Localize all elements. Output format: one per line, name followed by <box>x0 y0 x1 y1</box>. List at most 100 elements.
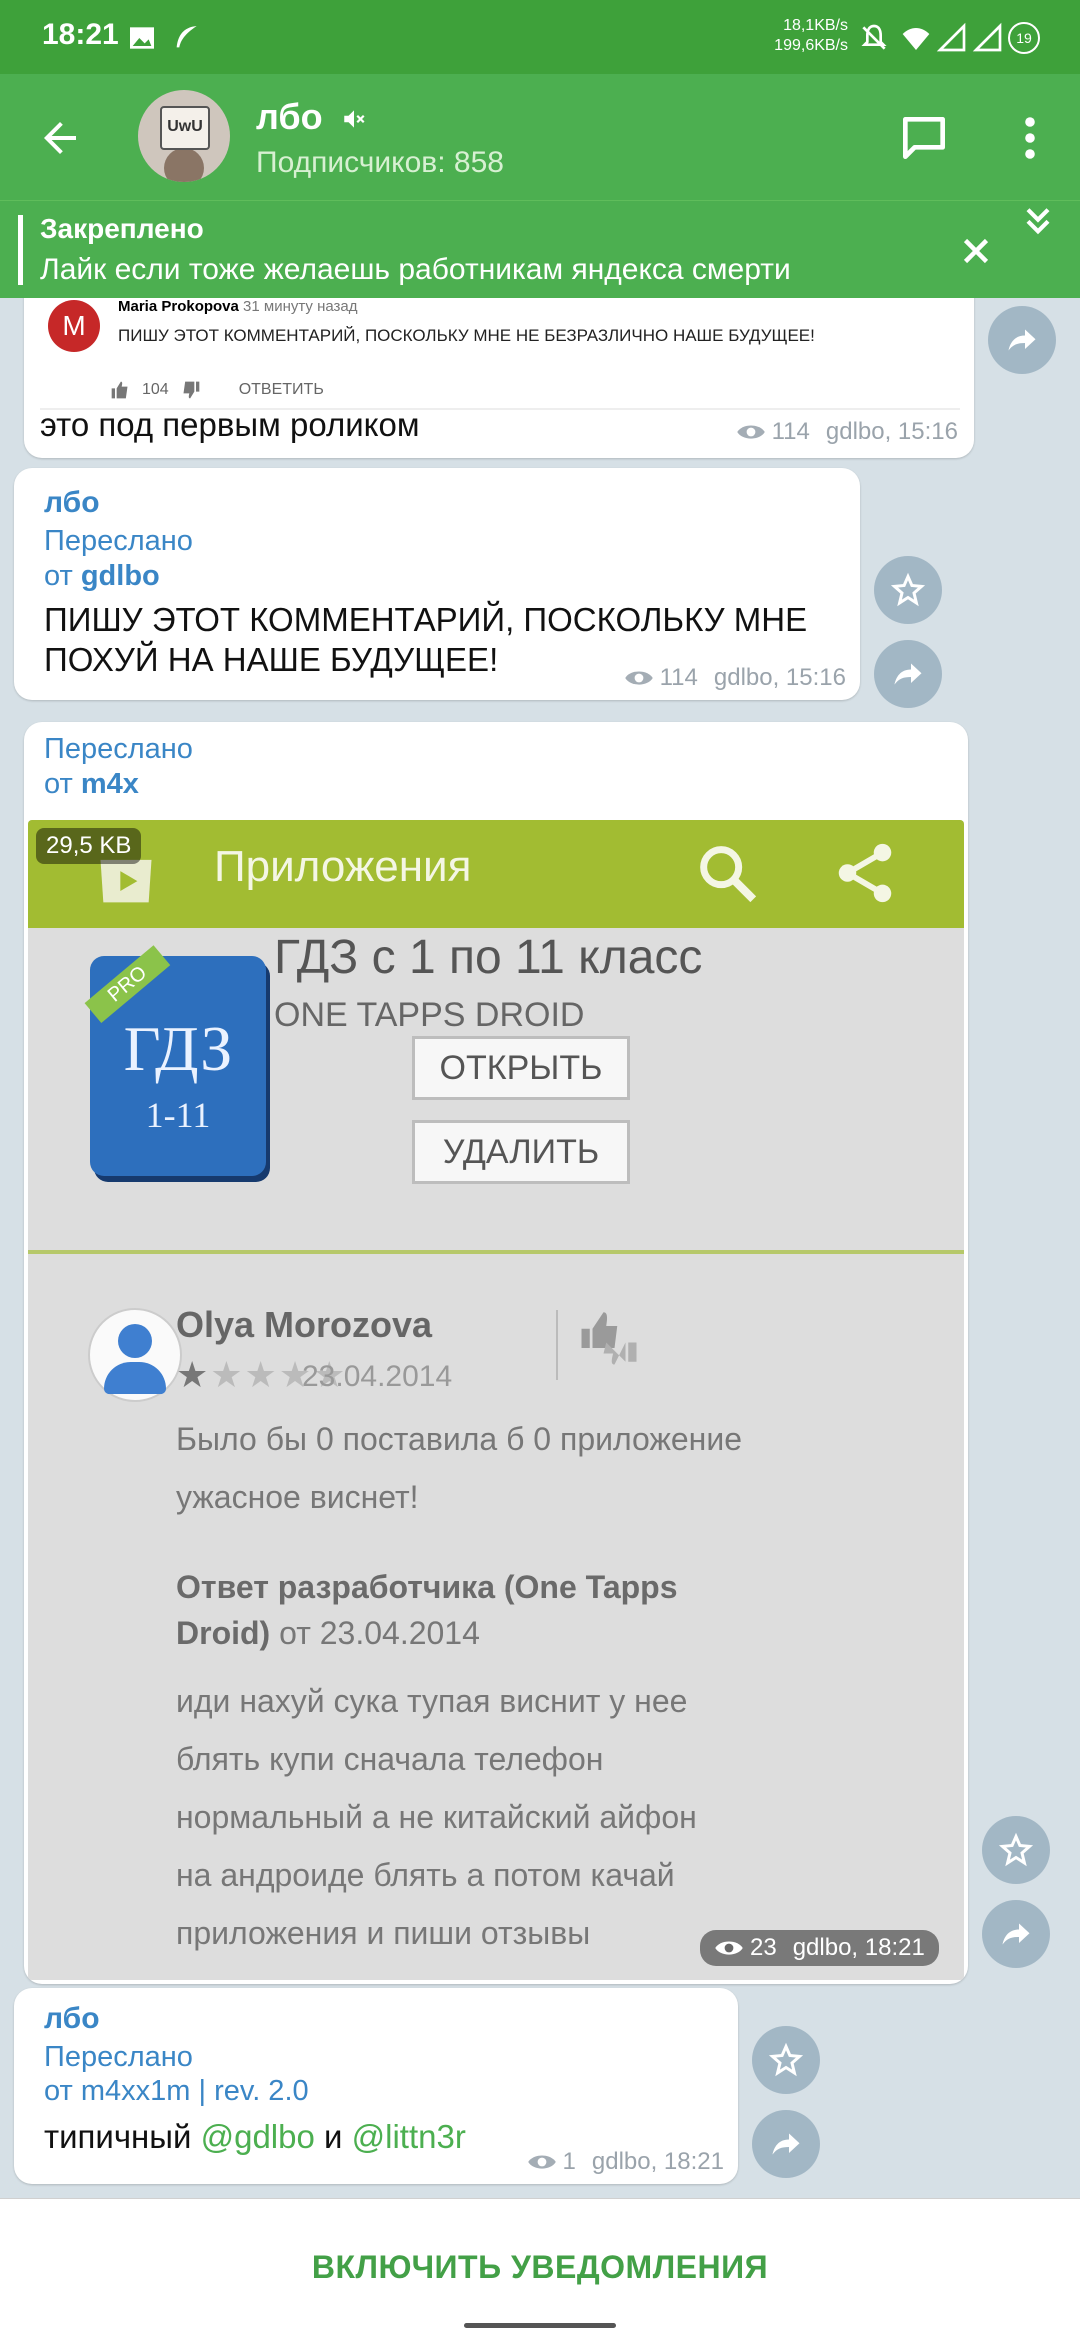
more-menu-icon[interactable] <box>1010 114 1050 162</box>
dev-reply-header-2: Droid) от 23.04.2014 <box>176 1615 480 1651</box>
views-eye-icon <box>624 671 653 685</box>
net-down: 199,6KB/s <box>774 37 848 54</box>
author-time: gdlbo, 18:21 <box>591 2148 724 2175</box>
mute-bell-icon <box>861 24 887 50</box>
pinned-message[interactable]: Закреплено Лайк если тоже желаешь работн… <box>0 200 1080 299</box>
back-arrow-icon[interactable] <box>36 114 84 162</box>
review-date: 23.04.2014 <box>302 1360 453 1393</box>
app-name: ГДЗ с 1 по 11 класс <box>274 931 703 984</box>
thumb-down-icon <box>183 381 200 399</box>
message-text-1: это под первым роликом <box>40 406 420 443</box>
feather-icon <box>176 26 197 48</box>
forwarded-source[interactable]: m4xx1m | rev. 2.0 <box>81 2075 309 2107</box>
muted-icon <box>343 110 365 129</box>
share-icon <box>838 843 892 903</box>
gallery-icon <box>130 27 154 49</box>
views-count: 1 <box>562 2148 576 2175</box>
search-icon <box>700 846 757 903</box>
views-eye-icon <box>736 425 765 439</box>
views-eye-icon <box>715 1941 743 1955</box>
message-bubble-4: лбо Переслано от m4xx1m | rev. 2.0 типич… <box>14 1988 738 2184</box>
store-toolbar: Приложения <box>28 820 964 928</box>
pinned-label: Закреплено <box>40 213 204 244</box>
home-indicator[interactable] <box>464 2323 616 2328</box>
forwarded-label: Переслано <box>44 2041 193 2073</box>
share-button-4[interactable] <box>752 2110 820 2178</box>
forwarded-label: Переслано <box>44 733 193 765</box>
forwarded-from[interactable]: от m4x <box>44 767 139 802</box>
quote-time: 31 минуту назад <box>243 298 358 315</box>
reviewer-name: Olya Morozova <box>176 1304 433 1345</box>
forwarded-source[interactable]: m4x <box>81 768 139 800</box>
message-text-4: типичный @gdlbo и @littn3r <box>44 2118 466 2155</box>
share-button-3[interactable] <box>982 1900 1050 1968</box>
app-developer: ONE TAPPS DROID <box>274 996 585 1034</box>
message-bubble-2: лбо Переслано от gdlbo ПИШУ ЭТОТ КОММЕНТ… <box>14 468 860 700</box>
net-up: 18,1KB/s <box>783 17 848 34</box>
dev-reply-header-1: Ответ разработчика (One Tapps <box>176 1569 678 1605</box>
pinned-text: Лайк если тоже желаешь работникам яндекс… <box>40 253 791 286</box>
views-eye-icon <box>527 2155 556 2169</box>
network-speed: 18,1KB/s 199,6KB/s <box>774 16 848 56</box>
reviewer-avatar <box>88 1308 182 1402</box>
quote-avatar: M <box>48 300 100 352</box>
subscriber-count: Подписчиков: 858 <box>256 146 504 179</box>
message-meta-4: 1 gdlbo, 18:21 <box>527 2148 724 2176</box>
uninstall-button: УДАЛИТЬ <box>412 1120 630 1184</box>
close-icon[interactable] <box>958 233 994 269</box>
dev-reply-line-3: нормальный а не китайский айфон <box>176 1799 697 1835</box>
author-time: gdlbo, 15:16 <box>713 664 846 691</box>
message-meta-1: 114 gdlbo, 15:16 <box>736 418 958 446</box>
status-bar: 18:21 18,1KB/s 199,6KB/s 19 <box>0 0 1080 74</box>
quote-likes: 104 <box>142 381 169 398</box>
mention-link-1[interactable]: @gdlbo <box>201 2118 315 2155</box>
quote-actions: 104 ОТВЕТИТЬ <box>110 380 324 400</box>
pinned-bar <box>18 215 23 285</box>
app-icon-sub: 1-11 <box>145 1095 211 1135</box>
wifi-icon <box>902 28 930 50</box>
store-title: Приложения <box>214 842 472 891</box>
sender-name[interactable]: лбо <box>44 2002 100 2036</box>
message-bubble-1: M Maria Prokopova 31 минуту назад ПИШУ Э… <box>24 298 974 458</box>
share-arrow-icon <box>1002 1923 1030 1945</box>
battery-indicator: 19 <box>1008 22 1040 54</box>
forwarded-from[interactable]: от gdlbo <box>44 559 160 594</box>
status-time: 18:21 <box>42 18 119 51</box>
message-image[interactable]: Приложения PRO ГДЗ 1-11 ГДЗ с 1 по 11 кл… <box>28 820 964 1980</box>
review-line-1: Было бы 0 поставила б 0 приложение <box>176 1421 742 1457</box>
quote-author: Maria Prokopova <box>118 298 239 315</box>
chat-area[interactable]: M Maria Prokopova 31 минуту назад ПИШУ Э… <box>0 298 1080 2198</box>
star-icon <box>768 2042 804 2077</box>
channel-title-row[interactable]: лбо <box>256 96 367 138</box>
dev-reply-line-2: блять купи сначала телефон <box>176 1741 604 1777</box>
mention-link-2[interactable]: @littn3r <box>352 2118 466 2155</box>
forwarded-from[interactable]: от m4xx1m | rev. 2.0 <box>44 2074 309 2109</box>
signal-icon <box>936 22 966 52</box>
app-icon-main: ГДЗ <box>123 1013 233 1084</box>
share-arrow-icon <box>772 2133 800 2155</box>
channel-avatar[interactable]: UwU <box>138 90 230 182</box>
chevrons-down-icon[interactable] <box>1018 203 1058 243</box>
author-time: gdlbo, 18:21 <box>792 1934 925 1961</box>
channel-title: лбо <box>256 96 323 137</box>
star-icon <box>890 572 926 607</box>
open-button: ОТКРЫТЬ <box>412 1036 630 1100</box>
favorite-button-2[interactable] <box>874 556 942 624</box>
review-line-2: ужасное виснет! <box>176 1479 419 1515</box>
share-button-1[interactable] <box>988 306 1056 374</box>
enable-notifications-button[interactable]: ВКЛЮЧИТЬ УВЕДОМЛЕНИЯ <box>0 2249 1080 2286</box>
views-count: 114 <box>659 664 698 691</box>
views-count: 114 <box>771 418 810 445</box>
favorite-button-4[interactable] <box>752 2026 820 2094</box>
thumbs-icon <box>581 1312 637 1365</box>
share-arrow-icon <box>894 663 922 685</box>
favorite-button-3[interactable] <box>982 1816 1050 1884</box>
message-meta-2: 114 gdlbo, 15:16 <box>624 664 846 692</box>
quote-header: Maria Prokopova 31 минуту назад <box>118 298 358 315</box>
forwarded-source[interactable]: gdlbo <box>81 560 160 592</box>
forwarded-label: Переслано <box>44 525 193 557</box>
sender-name[interactable]: лбо <box>44 486 100 520</box>
comments-icon[interactable] <box>896 110 952 166</box>
message-meta-3: 23 gdlbo, 18:21 <box>700 1930 939 1966</box>
share-button-2[interactable] <box>874 640 942 708</box>
